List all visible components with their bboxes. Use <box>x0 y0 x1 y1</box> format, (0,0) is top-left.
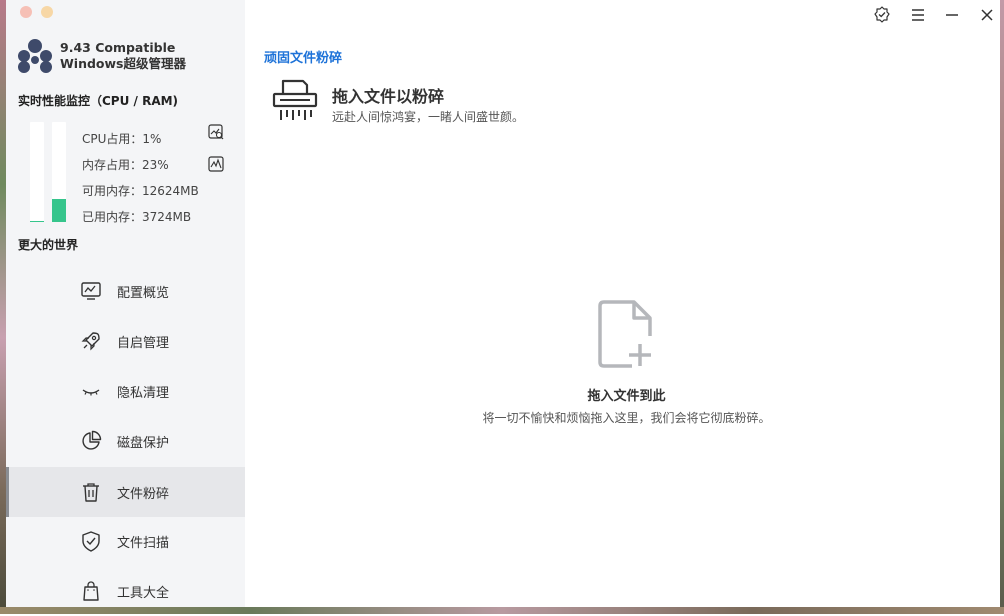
menu-icon[interactable] <box>909 6 927 24</box>
performance-title: 实时性能监控（CPU / RAM) <box>18 92 178 109</box>
rocket-icon <box>80 330 102 352</box>
section-title: 顽固文件粉碎 <box>264 47 342 66</box>
shredder-icon <box>271 76 319 124</box>
ram-usage-bar <box>52 122 66 222</box>
available-memory-label: 可用内存：12624MB <box>82 182 199 199</box>
closed-eye-icon <box>80 380 102 402</box>
desktop-background-right <box>1000 0 1004 614</box>
minimize-dot-button[interactable] <box>41 6 53 18</box>
app-logo-icon <box>16 38 54 74</box>
sidebar-item-label: 自启管理 <box>117 332 169 351</box>
app-name-line1: 9.43 Compatible <box>60 40 186 56</box>
sidebar-item-privacy-clean[interactable]: 隐私清理 <box>6 366 245 416</box>
main-content: 顽固文件粉碎 拖入文件以粉碎 远赴人间惊鸿宴，一睹人间盛世颜。 拖入文件到此 将… <box>245 0 1000 607</box>
app-name: 9.43 Compatible Windows超级管理器 <box>60 40 186 72</box>
ram-usage-fill <box>52 199 66 222</box>
sidebar-item-config-overview[interactable]: 配置概览 <box>6 266 245 316</box>
drop-zone-subtitle: 将一切不愉快和烦恼拖入这里，我们会将它彻底粉碎。 <box>245 409 1004 426</box>
used-memory-label: 已用内存：3724MB <box>82 208 191 225</box>
cpu-usage-label: CPU占用：1% <box>82 130 161 147</box>
feature-title: 拖入文件以粉碎 <box>332 83 444 107</box>
desktop-taskbar-strip <box>0 607 1004 614</box>
cpu-usage-fill <box>30 221 44 222</box>
sidebar-item-label: 文件粉碎 <box>117 483 169 502</box>
drop-zone-title: 拖入文件到此 <box>245 385 1004 404</box>
world-label: 更大的世界 <box>18 236 78 253</box>
app-name-line2: Windows超级管理器 <box>60 56 186 72</box>
sidebar-item-startup-manager[interactable]: 自启管理 <box>6 316 245 366</box>
sidebar-item-label: 配置概览 <box>117 282 169 301</box>
verified-badge-icon[interactable] <box>873 6 891 24</box>
feature-subtitle: 远赴人间惊鸿宴，一睹人间盛世颜。 <box>332 108 524 125</box>
sidebar-item-label: 磁盘保护 <box>117 432 169 451</box>
pie-chart-icon <box>80 430 102 452</box>
sidebar-item-label: 文件扫描 <box>117 532 169 551</box>
sidebar-item-label: 工具大全 <box>117 582 169 601</box>
search-chart-icon[interactable] <box>208 124 224 140</box>
trash-icon <box>80 481 102 503</box>
sidebar-item-label: 隐私清理 <box>117 382 169 401</box>
shield-check-icon <box>80 530 102 552</box>
monitor-chart-icon <box>80 280 102 302</box>
close-icon[interactable] <box>978 6 996 24</box>
pulse-chart-icon[interactable] <box>208 156 224 172</box>
sidebar-item-file-scan[interactable]: 文件扫描 <box>6 516 245 566</box>
sidebar-item-disk-protect[interactable]: 磁盘保护 <box>6 416 245 466</box>
shopping-bag-icon <box>80 580 102 602</box>
sidebar-item-file-shred[interactable]: 文件粉碎 <box>6 467 245 517</box>
memory-usage-label: 内存占用：23% <box>82 156 169 173</box>
close-dot-button[interactable] <box>20 6 32 18</box>
add-file-icon[interactable] <box>596 298 656 370</box>
minimize-icon[interactable] <box>943 6 961 24</box>
cpu-usage-bar <box>30 122 44 222</box>
